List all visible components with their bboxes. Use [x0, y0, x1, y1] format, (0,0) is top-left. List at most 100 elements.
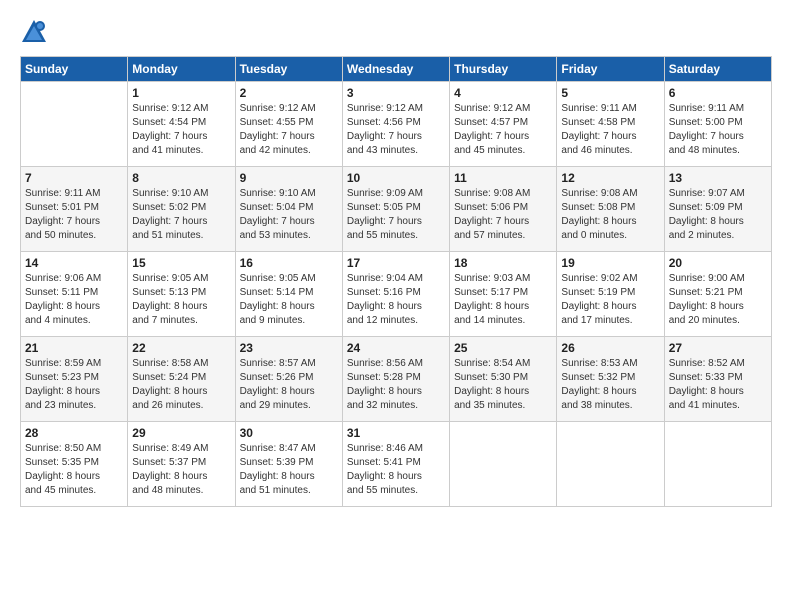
day-info: Sunrise: 8:58 AM Sunset: 5:24 PM Dayligh… — [132, 357, 230, 413]
day-number: 31 — [347, 426, 445, 440]
day-cell: 9 Sunrise: 9:10 AM Sunset: 5:04 PM Daylig… — [235, 167, 342, 252]
header-tuesday: Tuesday — [235, 57, 342, 82]
day-number: 25 — [454, 341, 552, 355]
week-row-5: 28 Sunrise: 8:50 AM Sunset: 5:35 PM Dayli… — [21, 422, 772, 507]
day-number: 17 — [347, 256, 445, 270]
week-row-4: 21Sunrise: 8:59 AM Sunset: 5:23 PM Dayli… — [21, 337, 772, 422]
day-cell: 31 Sunrise: 8:46 AM Sunset: 5:41 PM Dayli… — [342, 422, 449, 507]
day-number: 11 — [454, 171, 552, 185]
day-cell — [557, 422, 664, 507]
day-cell: 26 Sunrise: 8:53 AM Sunset: 5:32 PM Dayli… — [557, 337, 664, 422]
header-thursday: Thursday — [450, 57, 557, 82]
day-info: Sunrise: 8:46 AM Sunset: 5:41 PM Dayligh… — [347, 442, 445, 498]
logo — [20, 18, 52, 46]
day-number: 15 — [132, 256, 230, 270]
day-info: Sunrise: 9:06 AM Sunset: 5:11 PM Dayligh… — [25, 272, 123, 328]
day-number: 14 — [25, 256, 123, 270]
day-info: Sunrise: 8:56 AM Sunset: 5:28 PM Dayligh… — [347, 357, 445, 413]
day-cell: 15 Sunrise: 9:05 AM Sunset: 5:13 PM Dayli… — [128, 252, 235, 337]
day-cell: 7Sunrise: 9:11 AM Sunset: 5:01 PM Daylig… — [21, 167, 128, 252]
header-sunday: Sunday — [21, 57, 128, 82]
header-wednesday: Wednesday — [342, 57, 449, 82]
day-cell: 5Sunrise: 9:11 AM Sunset: 4:58 PM Daylig… — [557, 82, 664, 167]
day-info: Sunrise: 9:08 AM Sunset: 5:06 PM Dayligh… — [454, 187, 552, 243]
day-info: Sunrise: 9:12 AM Sunset: 4:54 PM Dayligh… — [132, 102, 230, 158]
day-info: Sunrise: 9:05 AM Sunset: 5:13 PM Dayligh… — [132, 272, 230, 328]
header-row: SundayMondayTuesdayWednesdayThursdayFrid… — [21, 57, 772, 82]
day-info: Sunrise: 8:50 AM Sunset: 5:35 PM Dayligh… — [25, 442, 123, 498]
day-number: 28 — [25, 426, 123, 440]
day-cell: 13 Sunrise: 9:07 AM Sunset: 5:09 PM Dayli… — [664, 167, 771, 252]
day-info: Sunrise: 9:09 AM Sunset: 5:05 PM Dayligh… — [347, 187, 445, 243]
day-number: 1 — [132, 86, 230, 100]
day-cell: 1 Sunrise: 9:12 AM Sunset: 4:54 PM Daylig… — [128, 82, 235, 167]
day-info: Sunrise: 8:57 AM Sunset: 5:26 PM Dayligh… — [240, 357, 338, 413]
day-number: 27 — [669, 341, 767, 355]
day-info: Sunrise: 9:12 AM Sunset: 4:55 PM Dayligh… — [240, 102, 338, 158]
day-cell: 11 Sunrise: 9:08 AM Sunset: 5:06 PM Dayli… — [450, 167, 557, 252]
day-number: 6 — [669, 86, 767, 100]
day-cell: 10 Sunrise: 9:09 AM Sunset: 5:05 PM Dayli… — [342, 167, 449, 252]
day-number: 30 — [240, 426, 338, 440]
day-cell — [21, 82, 128, 167]
day-number: 2 — [240, 86, 338, 100]
day-number: 20 — [669, 256, 767, 270]
day-cell: 6 Sunrise: 9:11 AM Sunset: 5:00 PM Daylig… — [664, 82, 771, 167]
day-info: Sunrise: 9:03 AM Sunset: 5:17 PM Dayligh… — [454, 272, 552, 328]
day-cell: 12 Sunrise: 9:08 AM Sunset: 5:08 PM Dayli… — [557, 167, 664, 252]
day-info: Sunrise: 9:08 AM Sunset: 5:08 PM Dayligh… — [561, 187, 659, 243]
day-number: 18 — [454, 256, 552, 270]
day-cell: 2 Sunrise: 9:12 AM Sunset: 4:55 PM Daylig… — [235, 82, 342, 167]
day-info: Sunrise: 9:04 AM Sunset: 5:16 PM Dayligh… — [347, 272, 445, 328]
day-number: 3 — [347, 86, 445, 100]
day-cell: 20 Sunrise: 9:00 AM Sunset: 5:21 PM Dayli… — [664, 252, 771, 337]
day-cell: 23Sunrise: 8:57 AM Sunset: 5:26 PM Dayli… — [235, 337, 342, 422]
day-info: Sunrise: 8:54 AM Sunset: 5:30 PM Dayligh… — [454, 357, 552, 413]
day-number: 8 — [132, 171, 230, 185]
day-cell: 24Sunrise: 8:56 AM Sunset: 5:28 PM Dayli… — [342, 337, 449, 422]
day-info: Sunrise: 9:11 AM Sunset: 4:58 PM Dayligh… — [561, 102, 659, 158]
day-cell: 21Sunrise: 8:59 AM Sunset: 5:23 PM Dayli… — [21, 337, 128, 422]
day-cell: 3 Sunrise: 9:12 AM Sunset: 4:56 PM Daylig… — [342, 82, 449, 167]
day-info: Sunrise: 9:07 AM Sunset: 5:09 PM Dayligh… — [669, 187, 767, 243]
header — [20, 18, 772, 46]
day-number: 19 — [561, 256, 659, 270]
day-cell: 25 Sunrise: 8:54 AM Sunset: 5:30 PM Dayli… — [450, 337, 557, 422]
day-number: 13 — [669, 171, 767, 185]
main-container: SundayMondayTuesdayWednesdayThursdayFrid… — [0, 0, 792, 517]
day-info: Sunrise: 9:12 AM Sunset: 4:56 PM Dayligh… — [347, 102, 445, 158]
day-number: 10 — [347, 171, 445, 185]
day-number: 16 — [240, 256, 338, 270]
day-cell: 22 Sunrise: 8:58 AM Sunset: 5:24 PM Dayli… — [128, 337, 235, 422]
day-cell — [664, 422, 771, 507]
day-info: Sunrise: 9:05 AM Sunset: 5:14 PM Dayligh… — [240, 272, 338, 328]
day-cell: 16 Sunrise: 9:05 AM Sunset: 5:14 PM Dayli… — [235, 252, 342, 337]
day-cell: 4Sunrise: 9:12 AM Sunset: 4:57 PM Daylig… — [450, 82, 557, 167]
day-info: Sunrise: 8:53 AM Sunset: 5:32 PM Dayligh… — [561, 357, 659, 413]
day-number: 7 — [25, 171, 123, 185]
day-info: Sunrise: 8:52 AM Sunset: 5:33 PM Dayligh… — [669, 357, 767, 413]
header-monday: Monday — [128, 57, 235, 82]
day-cell: 19 Sunrise: 9:02 AM Sunset: 5:19 PM Dayli… — [557, 252, 664, 337]
day-info: Sunrise: 9:02 AM Sunset: 5:19 PM Dayligh… — [561, 272, 659, 328]
day-cell: 17 Sunrise: 9:04 AM Sunset: 5:16 PM Dayli… — [342, 252, 449, 337]
day-number: 29 — [132, 426, 230, 440]
day-number: 22 — [132, 341, 230, 355]
day-info: Sunrise: 9:00 AM Sunset: 5:21 PM Dayligh… — [669, 272, 767, 328]
calendar-table: SundayMondayTuesdayWednesdayThursdayFrid… — [20, 56, 772, 507]
week-row-3: 14 Sunrise: 9:06 AM Sunset: 5:11 PM Dayli… — [21, 252, 772, 337]
day-number: 9 — [240, 171, 338, 185]
day-cell: 18 Sunrise: 9:03 AM Sunset: 5:17 PM Dayli… — [450, 252, 557, 337]
day-info: Sunrise: 9:11 AM Sunset: 5:00 PM Dayligh… — [669, 102, 767, 158]
day-info: Sunrise: 9:10 AM Sunset: 5:04 PM Dayligh… — [240, 187, 338, 243]
week-row-1: 1 Sunrise: 9:12 AM Sunset: 4:54 PM Daylig… — [21, 82, 772, 167]
day-info: Sunrise: 8:47 AM Sunset: 5:39 PM Dayligh… — [240, 442, 338, 498]
logo-icon — [20, 18, 48, 46]
day-number: 26 — [561, 341, 659, 355]
day-number: 12 — [561, 171, 659, 185]
day-info: Sunrise: 8:49 AM Sunset: 5:37 PM Dayligh… — [132, 442, 230, 498]
day-cell: 30 Sunrise: 8:47 AM Sunset: 5:39 PM Dayli… — [235, 422, 342, 507]
day-cell: 14 Sunrise: 9:06 AM Sunset: 5:11 PM Dayli… — [21, 252, 128, 337]
day-number: 4 — [454, 86, 552, 100]
header-friday: Friday — [557, 57, 664, 82]
